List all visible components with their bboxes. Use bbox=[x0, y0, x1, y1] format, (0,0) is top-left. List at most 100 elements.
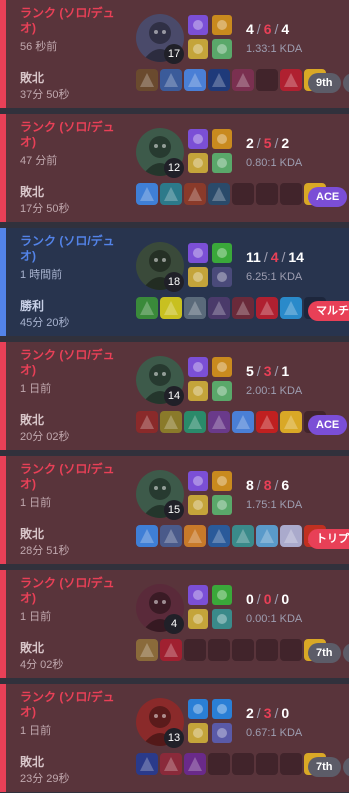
match-card[interactable]: ランク (ソロ/デュオ) 56 秒前 敗北 37分 50秒 17 4/6/4 1… bbox=[0, 0, 349, 108]
match-card[interactable]: ランク (ソロ/デュオ) 1 日前 敗北 4分 02秒 4 0/0/0 0.00… bbox=[0, 570, 349, 678]
sorcery-icon[interactable] bbox=[212, 723, 232, 743]
item-icon[interactable] bbox=[208, 297, 230, 319]
item-icon[interactable] bbox=[280, 69, 302, 91]
item-icon[interactable] bbox=[160, 183, 182, 205]
item-icon[interactable] bbox=[184, 525, 206, 547]
item-icon[interactable] bbox=[232, 411, 254, 433]
item-icon[interactable] bbox=[256, 525, 278, 547]
assists: 0 bbox=[281, 705, 290, 721]
barrier-icon[interactable] bbox=[212, 153, 232, 173]
deaths: 3 bbox=[263, 363, 272, 379]
item-icon[interactable] bbox=[208, 411, 230, 433]
item-icon[interactable] bbox=[280, 411, 302, 433]
flash-icon[interactable] bbox=[188, 243, 208, 263]
kda-score: 0/0/0 bbox=[246, 591, 289, 607]
match-card[interactable]: ランク (ソロ/デュオ) 47 分前 敗北 17分 50秒 12 2/5/2 0… bbox=[0, 114, 349, 222]
flash-icon[interactable] bbox=[188, 357, 208, 377]
precision-icon[interactable] bbox=[212, 243, 232, 263]
item-icon[interactable] bbox=[256, 411, 278, 433]
deaths: 0 bbox=[263, 591, 272, 607]
time-ago: 1 日前 bbox=[20, 497, 52, 509]
item-icon[interactable] bbox=[208, 183, 230, 205]
queue-type: ランク (ソロ/デュオ) bbox=[20, 690, 115, 719]
ignite-icon[interactable] bbox=[212, 471, 232, 491]
item-icon[interactable] bbox=[232, 525, 254, 547]
item-icon[interactable] bbox=[256, 297, 278, 319]
champion-level: 14 bbox=[164, 386, 184, 406]
flash-icon[interactable] bbox=[188, 129, 208, 149]
match-card[interactable]: ランク (ソロ/デュオ) 1 日前 敗北 20分 02秒 14 5/3/1 2.… bbox=[0, 342, 349, 450]
ignite-icon[interactable] bbox=[212, 129, 232, 149]
item-icon[interactable] bbox=[136, 297, 158, 319]
teleport-icon[interactable] bbox=[188, 153, 208, 173]
domination-icon[interactable] bbox=[212, 267, 232, 287]
queue-type: ランク (ソロ/デュオ) bbox=[20, 6, 115, 35]
teleport-icon[interactable] bbox=[188, 267, 208, 287]
item-icon[interactable] bbox=[136, 69, 158, 91]
item-icon[interactable] bbox=[160, 525, 182, 547]
item-icon[interactable] bbox=[184, 183, 206, 205]
item-icon[interactable] bbox=[208, 525, 230, 547]
teleport-icon[interactable] bbox=[188, 495, 208, 515]
item-icon[interactable] bbox=[184, 753, 206, 775]
match-card[interactable]: ランク (ソロ/デュオ) 1 時間前 勝利 45分 20秒 18 11/4/14… bbox=[0, 228, 349, 336]
item-icon[interactable] bbox=[184, 297, 206, 319]
empty-item-slot bbox=[232, 753, 254, 775]
cleanse-icon[interactable] bbox=[212, 699, 232, 719]
teleport-icon[interactable] bbox=[188, 381, 208, 401]
item-icon[interactable] bbox=[232, 69, 254, 91]
item-icon[interactable] bbox=[184, 69, 206, 91]
ignite-icon[interactable] bbox=[212, 15, 232, 35]
match-history-list: ランク (ソロ/デュオ) 56 秒前 敗北 37分 50秒 17 4/6/4 1… bbox=[0, 0, 349, 792]
time-ago: 1 日前 bbox=[20, 383, 52, 395]
more-button[interactable] bbox=[343, 757, 349, 777]
item-icon[interactable] bbox=[160, 411, 182, 433]
empty-item-slot bbox=[256, 69, 278, 91]
kills: 2 bbox=[246, 705, 254, 721]
empty-item-slot bbox=[208, 753, 230, 775]
assists: 4 bbox=[281, 21, 290, 37]
barrier-icon[interactable] bbox=[212, 39, 232, 59]
item-icon[interactable] bbox=[136, 639, 158, 661]
item-icon[interactable] bbox=[160, 297, 182, 319]
resolve-icon[interactable] bbox=[212, 609, 232, 629]
time-ago: 1 日前 bbox=[20, 725, 52, 737]
kda-ratio: 1.75:1 KDA bbox=[246, 499, 303, 511]
item-icon[interactable] bbox=[232, 297, 254, 319]
match-badge: ACE bbox=[308, 187, 348, 207]
assists: 14 bbox=[288, 249, 304, 265]
teleport-icon[interactable] bbox=[188, 723, 208, 743]
item-icon[interactable] bbox=[136, 525, 158, 547]
ignite-icon[interactable] bbox=[212, 357, 232, 377]
kda-score: 2/3/0 bbox=[246, 705, 289, 721]
queue-type: ランク (ソロ/デュオ) bbox=[20, 234, 115, 263]
match-result: 敗北 bbox=[20, 71, 45, 85]
champion-level: 4 bbox=[164, 614, 184, 634]
item-icon[interactable] bbox=[160, 69, 182, 91]
barrier-icon[interactable] bbox=[212, 381, 232, 401]
match-card[interactable]: ランク (ソロ/デュオ) 1 日前 敗北 23分 29秒 13 2/3/0 0.… bbox=[0, 684, 349, 792]
teleport-icon[interactable] bbox=[188, 609, 208, 629]
item-icon[interactable] bbox=[160, 753, 182, 775]
item-icon[interactable] bbox=[160, 639, 182, 661]
ghost-icon[interactable] bbox=[188, 699, 208, 719]
assists: 0 bbox=[281, 591, 290, 607]
teleport-icon[interactable] bbox=[188, 39, 208, 59]
more-button[interactable] bbox=[343, 643, 349, 663]
flash-icon[interactable] bbox=[188, 15, 208, 35]
item-icon[interactable] bbox=[136, 411, 158, 433]
flash-icon[interactable] bbox=[188, 471, 208, 491]
match-card[interactable]: ランク (ソロ/デュオ) 1 日前 敗北 28分 51秒 15 8/8/6 1.… bbox=[0, 456, 349, 564]
more-button[interactable] bbox=[343, 73, 349, 93]
item-icon[interactable] bbox=[184, 411, 206, 433]
item-icon[interactable] bbox=[280, 297, 302, 319]
champion-level: 15 bbox=[164, 500, 184, 520]
item-icon[interactable] bbox=[208, 69, 230, 91]
slash: / bbox=[274, 21, 279, 37]
item-icon[interactable] bbox=[280, 525, 302, 547]
flash-icon[interactable] bbox=[188, 585, 208, 605]
precision-icon[interactable] bbox=[212, 585, 232, 605]
item-icon[interactable] bbox=[136, 753, 158, 775]
item-icon[interactable] bbox=[136, 183, 158, 205]
barrier-icon[interactable] bbox=[212, 495, 232, 515]
